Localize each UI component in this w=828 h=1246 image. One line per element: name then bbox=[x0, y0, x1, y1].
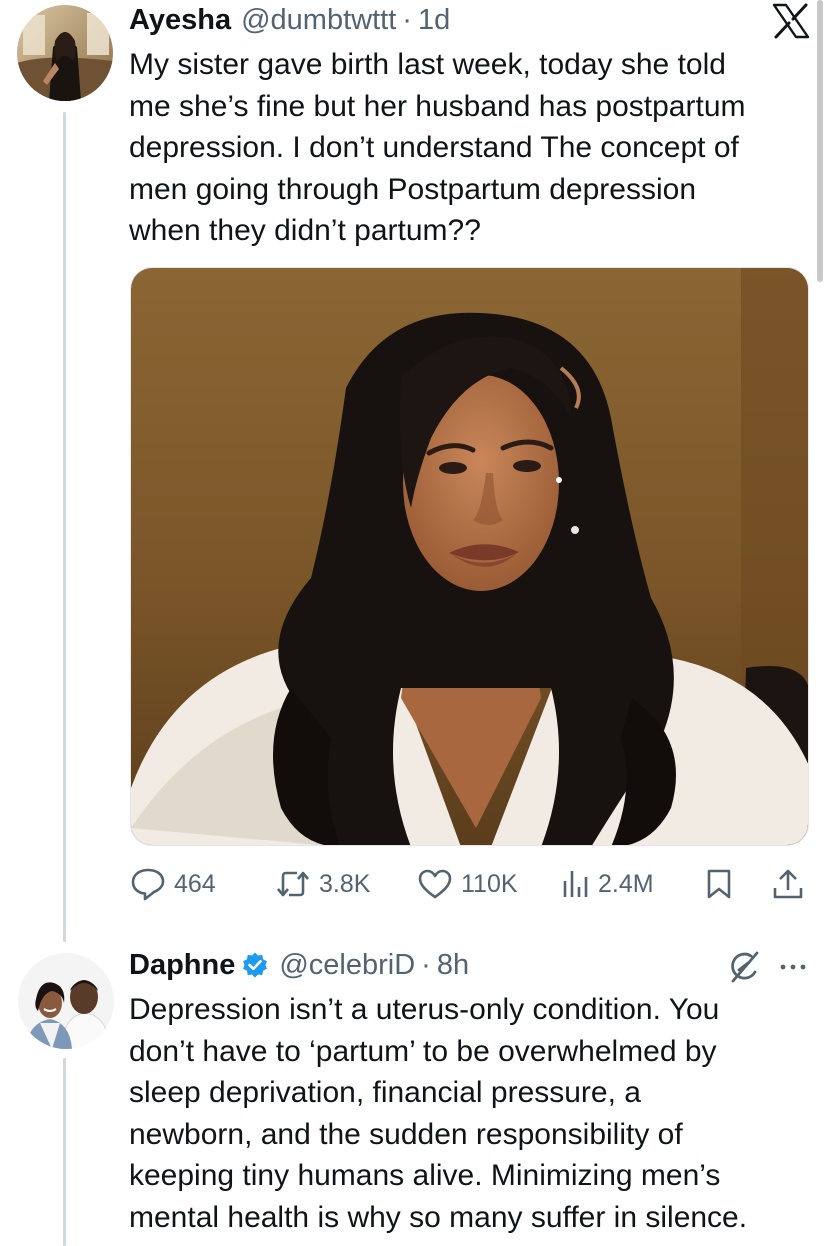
reply-count: 464 bbox=[174, 869, 216, 898]
tweet-text: My sister gave birth last week, today sh… bbox=[129, 44, 819, 252]
like-count: 110K bbox=[461, 869, 518, 898]
author-name[interactable]: Ayesha bbox=[129, 4, 231, 37]
separator: · bbox=[402, 3, 412, 36]
bookmark-button[interactable] bbox=[705, 864, 733, 904]
avatar-daphne[interactable] bbox=[18, 953, 114, 1049]
tweet-text-line: mental health is why so many suffer in s… bbox=[129, 1200, 748, 1234]
tweet-text-line: me she’s fine but her husband has postpa… bbox=[129, 89, 746, 123]
tweet-text-line: men going through Postpartum depression bbox=[129, 172, 697, 206]
tweet-header: Ayesha @dumbtwttt · 1d bbox=[129, 0, 450, 40]
share-button[interactable] bbox=[772, 864, 804, 904]
thread-line bbox=[63, 1058, 66, 1246]
share-icon bbox=[772, 868, 804, 900]
retweet-icon bbox=[275, 869, 311, 899]
author-name[interactable]: Daphne bbox=[129, 949, 235, 982]
tweet-text-line: depression. I don’t understand The conce… bbox=[129, 131, 739, 164]
tweet-header: Daphne @celebriD · 8h bbox=[129, 945, 469, 985]
author-handle[interactable]: @dumbtwttt bbox=[241, 4, 396, 37]
tweet-text-line: when they didn’t partum?? bbox=[129, 214, 481, 247]
tweet-text-line: Depression isn’t a uterus-only condition… bbox=[129, 993, 720, 1026]
retweet-count: 3.8K bbox=[319, 869, 371, 898]
timestamp[interactable]: 1d bbox=[418, 4, 450, 37]
retweet-button[interactable]: 3.8K bbox=[275, 864, 370, 904]
author-handle[interactable]: @celebriD bbox=[279, 949, 415, 982]
thread-line bbox=[63, 112, 66, 942]
tweet-image[interactable] bbox=[130, 267, 809, 846]
separator: · bbox=[421, 948, 431, 981]
timestamp[interactable]: 8h bbox=[437, 949, 469, 982]
grok-icon[interactable] bbox=[727, 950, 761, 984]
views-count: 2.4M bbox=[598, 869, 654, 898]
tweet-text-line: don’t have to ‘partum’ to be overwhelmed… bbox=[129, 1034, 717, 1068]
tweet-text-line: sleep deprivation, financial pressure, a bbox=[129, 1076, 641, 1109]
reply-button[interactable]: 464 bbox=[130, 864, 216, 904]
like-button[interactable]: 110K bbox=[417, 864, 518, 904]
tweet-text-line: newborn, and the sudden responsibility o… bbox=[129, 1117, 683, 1151]
tweet-actions: 464 3.8K 110K 2.4M bbox=[130, 864, 810, 904]
views-icon bbox=[560, 869, 590, 899]
verified-badge-icon bbox=[241, 951, 269, 979]
heart-icon bbox=[417, 868, 453, 900]
more-icon[interactable] bbox=[778, 960, 808, 974]
bookmark-icon bbox=[705, 868, 733, 900]
tweet-text-line: My sister gave birth last week, today sh… bbox=[129, 48, 726, 81]
avatar-ayesha[interactable] bbox=[17, 5, 113, 101]
views-button[interactable]: 2.4M bbox=[560, 864, 654, 904]
tweet-text-line: keeping tiny humans alive. Minimizing me… bbox=[129, 1159, 721, 1192]
tweet-text: Depression isn’t a uterus-only condition… bbox=[129, 989, 819, 1238]
x-logo-icon bbox=[772, 3, 810, 39]
reply-icon bbox=[130, 867, 166, 901]
